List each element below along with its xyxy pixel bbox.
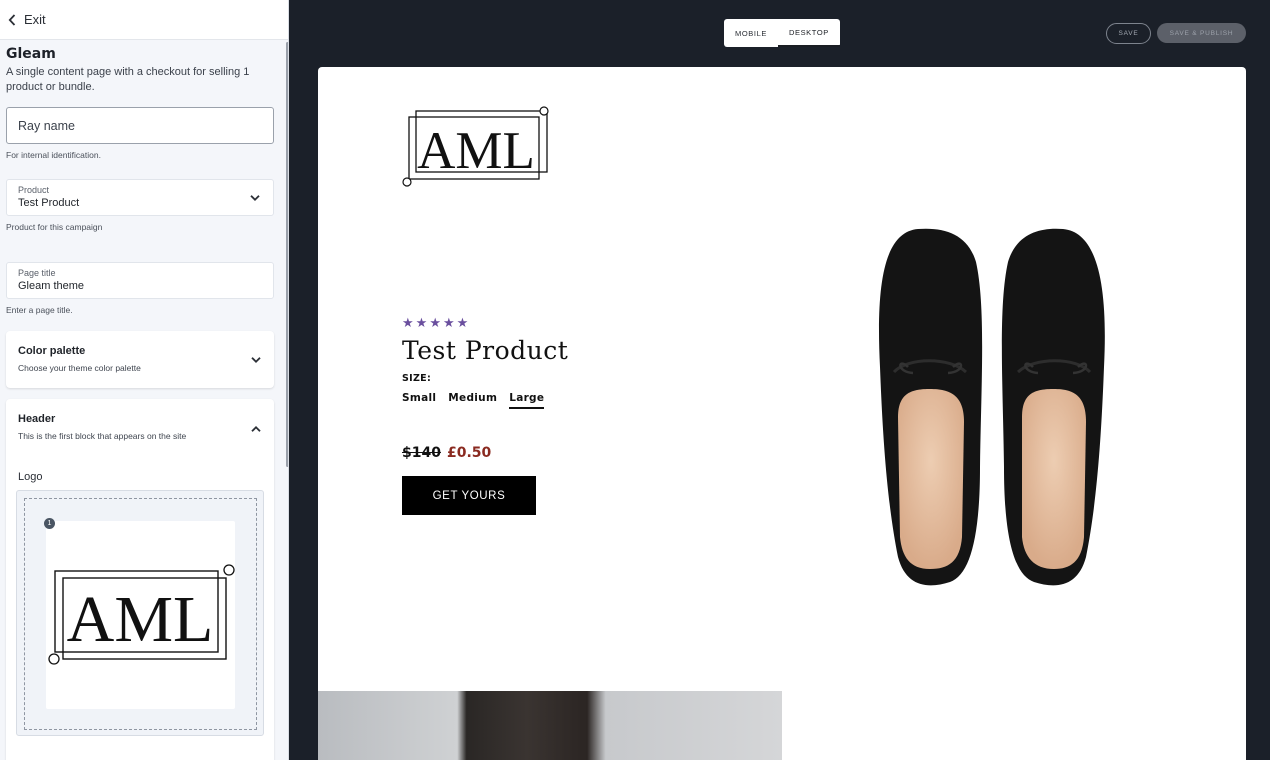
get-yours-button[interactable]: GET YOURS: [402, 476, 536, 515]
panel-header: Exit: [0, 0, 288, 40]
size-label: SIZE:: [402, 373, 432, 384]
header-desc: This is the first block that appears on …: [18, 431, 187, 441]
original-price: $140: [402, 445, 441, 461]
page-title-field[interactable]: Page title Gleam theme: [6, 262, 274, 299]
star-icon: ★: [415, 315, 428, 330]
page-title-label: Page title: [18, 268, 56, 278]
editor-panel: Exit Gleam A single content page with a …: [0, 0, 289, 760]
color-palette-section[interactable]: Color palette Choose your theme color pa…: [6, 331, 274, 388]
save-publish-button[interactable]: SAVE & PUBLISH: [1157, 23, 1246, 43]
ray-name-input[interactable]: Ray name: [6, 107, 274, 144]
size-options: Small Medium Large: [402, 392, 545, 409]
exit-button[interactable]: Exit: [8, 12, 46, 27]
lifestyle-photo: [318, 691, 782, 760]
ray-name-helper: For internal identification.: [6, 150, 101, 160]
aml-logo-icon: AML: [402, 106, 549, 187]
product-name: Test Product: [402, 336, 569, 365]
star-icon: ★: [429, 315, 441, 330]
save-button[interactable]: SAVE: [1106, 23, 1151, 44]
star-icon: ★: [442, 315, 455, 330]
theme-description: A single content page with a checkout fo…: [6, 66, 250, 93]
mobile-tab[interactable]: MOBILE: [724, 19, 778, 47]
aml-logo-icon: AML: [48, 564, 235, 665]
logo-count-badge: 1: [44, 518, 55, 529]
size-option-small[interactable]: Small: [402, 392, 436, 409]
star-icon: ★: [456, 315, 469, 330]
desktop-tab[interactable]: DESKTOP: [777, 19, 840, 47]
chevron-down-icon: [250, 194, 260, 201]
logo-text: AML: [67, 583, 214, 656]
header-title: Header: [18, 413, 56, 425]
rating-stars: ★ ★ ★ ★ ★: [402, 316, 468, 329]
page-title-value: Gleam theme: [18, 280, 85, 292]
product-image: [878, 228, 1105, 586]
product-helper: Product for this campaign: [6, 222, 103, 232]
ray-name-placeholder: Ray name: [18, 118, 75, 133]
sale-price: £0.50: [446, 445, 492, 461]
chevron-up-icon[interactable]: [251, 426, 261, 433]
logo-dropzone[interactable]: AML 1: [16, 490, 264, 736]
logo-thumbnail[interactable]: AML: [46, 521, 235, 709]
product-label: Product: [18, 185, 50, 195]
star-icon: ★: [402, 315, 414, 330]
chevron-left-icon: [8, 13, 16, 26]
size-option-large[interactable]: Large: [509, 392, 545, 409]
product-value: Test Product: [18, 197, 80, 209]
color-palette-title: Color palette: [18, 345, 86, 357]
chevron-down-icon: [251, 356, 261, 363]
color-palette-desc: Choose your theme color palette: [18, 363, 141, 373]
panel-scrollbar[interactable]: [286, 42, 288, 467]
next-section[interactable]: [6, 752, 264, 760]
theme-title: Gleam: [6, 46, 56, 62]
page-preview: AML ★ ★ ★ ★ ★ Test Product SIZE: Small M…: [318, 67, 1246, 760]
product-select[interactable]: Product Test Product: [6, 179, 274, 216]
exit-label: Exit: [24, 12, 46, 27]
price: $140 £0.50: [402, 445, 491, 461]
device-toggle: MOBILE DESKTOP: [724, 19, 840, 47]
logo-label: Logo: [18, 471, 43, 483]
preview-logo-text: AML: [417, 122, 535, 180]
page-title-helper: Enter a page title.: [6, 305, 73, 315]
size-option-medium[interactable]: Medium: [448, 392, 497, 409]
